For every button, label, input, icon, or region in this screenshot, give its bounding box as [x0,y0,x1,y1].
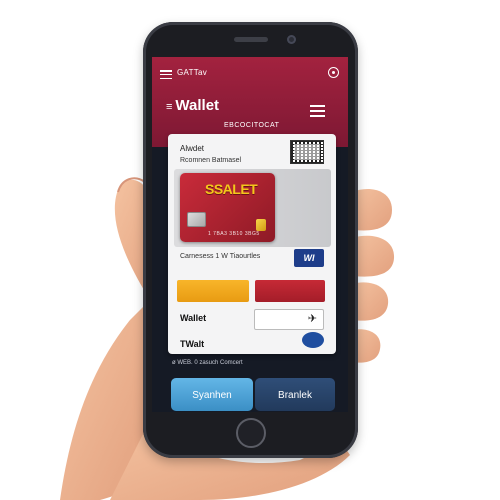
toggle-icon[interactable] [302,332,324,348]
card-number: 1 7BA3 3B10 3BG5 [208,231,260,237]
qr-code-icon[interactable] [290,140,324,164]
card-area: SSALET 1 7BA3 3B10 3BG5 [174,169,331,247]
card-caption: Carnesess 1 W Tiaourtles [180,253,261,260]
bank-card[interactable]: SSALET 1 7BA3 3B10 3BG5 [180,173,275,242]
front-camera [287,35,296,44]
yellow-card-option[interactable] [177,280,249,302]
secondary-button[interactable]: Branlek [255,378,335,411]
send-plane-icon[interactable]: ✈ [308,312,317,326]
wallet-label-secondary: TWalt [180,339,205,349]
card-network-badge: WI [294,249,324,267]
home-button[interactable] [236,418,266,448]
title-text: Wallet [175,97,220,114]
wallet-panel: Alwdet Rcomnen Batmasel SSALET 1 7BA3 3B… [168,134,336,354]
primary-button[interactable]: Syanhen [171,378,253,411]
contactless-chip-icon [256,219,266,231]
settings-icon[interactable] [328,67,339,78]
panel-subtitle: Rcomnen Batmasel [180,157,242,164]
red-card-option[interactable] [255,280,325,302]
chip-icon [187,212,206,227]
footer-note: ø WEB. 0 zasuch Comcert [172,360,243,366]
status-label: GATTav [177,68,208,77]
title-prefix: ≡ [166,101,173,113]
menu-icon[interactable] [160,70,172,81]
speaker-grille [234,37,268,42]
header-subtitle: EBCOCITOCAT [224,122,280,129]
card-brand: SSALET [205,181,258,197]
phone-screen: GATTav ≡ Wallet EBCOCITOCAT Alwdet Rcomne… [152,57,348,412]
panel-title: Alwdet [180,144,205,153]
wallet-input[interactable]: ✈ [254,309,324,330]
hamburger-icon[interactable] [310,105,325,120]
wallet-label: Wallet [180,313,207,323]
page-title: ≡ Wallet [166,97,219,114]
